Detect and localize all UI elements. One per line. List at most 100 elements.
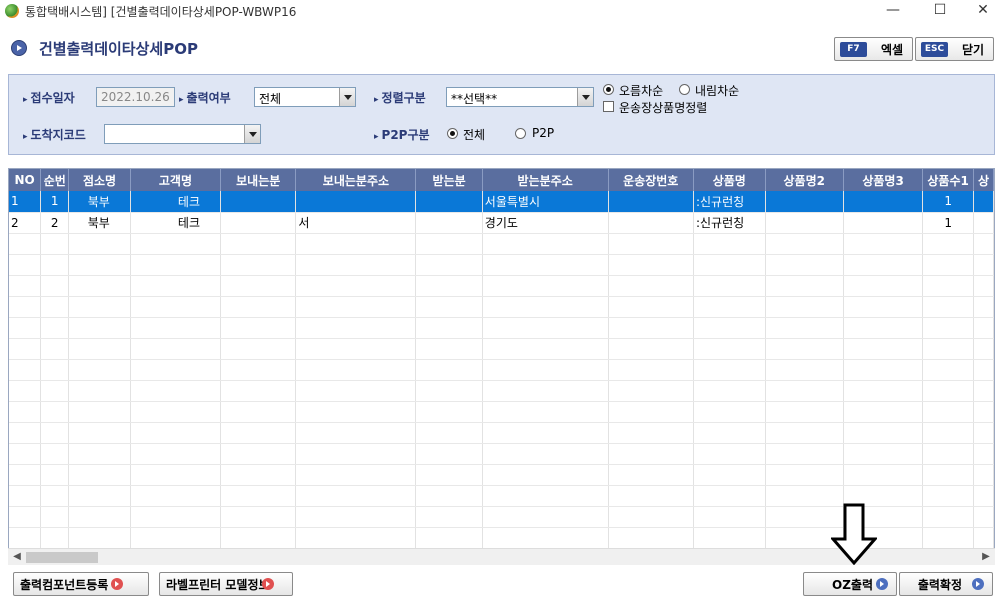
receipt-date-field[interactable]: 2022.10.26 <box>96 87 175 107</box>
chevron-down-icon[interactable] <box>577 88 593 106</box>
cell-sender-address: 서 <box>295 212 417 234</box>
oz-print-button[interactable]: OZ출력 <box>803 572 897 596</box>
p2p-all-label: 전체 <box>463 128 486 142</box>
empty-cell <box>693 317 766 339</box>
empty-cell <box>843 380 924 402</box>
empty-cell <box>922 401 975 423</box>
close-window-button[interactable]: ✕ <box>960 0 1006 22</box>
empty-cell <box>608 380 694 402</box>
empty-cell <box>9 380 42 402</box>
scroll-right-icon[interactable]: ▶ <box>979 550 993 564</box>
sort-desc-radio[interactable] <box>679 84 690 95</box>
p2p-all-radio[interactable] <box>447 128 458 139</box>
empty-cell <box>295 254 417 276</box>
col-header[interactable]: 보내는분 <box>220 169 297 191</box>
close-button[interactable]: ESC 닫기 <box>915 37 994 61</box>
col-header[interactable]: 상품명3 <box>843 169 924 191</box>
empty-cell <box>482 527 609 549</box>
empty-cell <box>130 443 222 465</box>
empty-cell <box>130 254 222 276</box>
empty-cell <box>482 464 609 486</box>
arrow-right-icon <box>261 578 274 590</box>
p2p-only-radio[interactable] <box>515 128 526 139</box>
empty-cell <box>973 254 994 276</box>
empty-cell <box>922 296 975 318</box>
empty-cell <box>608 296 694 318</box>
col-header[interactable]: NO <box>9 169 42 191</box>
col-header[interactable]: 상품수1 <box>922 169 975 191</box>
empty-cell <box>415 485 483 507</box>
empty-cell <box>68 254 131 276</box>
empty-cell <box>973 401 994 423</box>
empty-cell <box>693 527 766 549</box>
cell-qty1: 1 <box>922 191 975 213</box>
empty-cell <box>922 527 975 549</box>
empty-cell <box>40 317 70 339</box>
empty-cell <box>415 464 483 486</box>
empty-cell <box>295 275 417 297</box>
empty-cell <box>843 317 924 339</box>
empty-cell <box>765 233 844 255</box>
empty-cell <box>608 254 694 276</box>
col-header[interactable]: 보내는분주소 <box>295 169 417 191</box>
empty-cell <box>9 422 42 444</box>
register-component-button[interactable]: 출력컴포넌트등록 <box>13 572 149 596</box>
empty-cell <box>482 506 609 528</box>
scroll-thumb[interactable] <box>26 552 98 563</box>
col-header[interactable]: 순번 <box>40 169 70 191</box>
sort-asc-radio[interactable] <box>603 84 614 95</box>
col-header[interactable]: 운송장번호 <box>608 169 694 191</box>
dest-code-select[interactable] <box>104 124 261 144</box>
empty-cell <box>295 422 417 444</box>
cell-extra <box>973 212 994 234</box>
minimize-button[interactable]: — <box>870 0 916 22</box>
print-confirm-button[interactable]: 출력확정 <box>899 572 993 596</box>
table-row[interactable]: 2 2 북부 테크 서 경기도 :신규런칭 1 <box>9 212 994 234</box>
cell-receiver <box>415 191 483 213</box>
col-header[interactable]: 상품명2 <box>765 169 844 191</box>
empty-cell <box>40 506 70 528</box>
print-status-select[interactable]: 전체 <box>254 87 356 107</box>
cell-product2 <box>765 212 844 234</box>
label-printer-model-button[interactable]: 라벨프린터 모델정보 <box>159 572 293 596</box>
col-header[interactable]: 상품명 <box>693 169 766 191</box>
chevron-down-icon[interactable] <box>339 88 355 106</box>
empty-cell <box>9 296 42 318</box>
empty-cell <box>608 338 694 360</box>
empty-cell <box>130 485 222 507</box>
cell-customer: 테크 <box>130 191 222 213</box>
cell-sender-address <box>295 191 417 213</box>
waybill-sort-checkbox[interactable] <box>603 101 614 112</box>
empty-cell <box>482 443 609 465</box>
sort-type-label: 정렬구분 <box>374 89 426 106</box>
empty-cell <box>693 296 766 318</box>
empty-cell <box>765 380 844 402</box>
table-row[interactable]: 1 1 북부 테크 서울특별시 :신규런칭 1 <box>9 191 994 213</box>
excel-button[interactable]: F7 엑셀 <box>834 37 913 61</box>
col-header[interactable]: 받는분주소 <box>482 169 609 191</box>
cell-no: 2 <box>9 212 42 234</box>
empty-cell <box>295 338 417 360</box>
app-logo-icon <box>5 4 19 18</box>
col-header[interactable]: 받는분 <box>415 169 483 191</box>
empty-cell <box>843 464 924 486</box>
col-header[interactable]: 점소명 <box>68 169 131 191</box>
empty-cell <box>130 296 222 318</box>
empty-cell <box>843 296 924 318</box>
scroll-left-icon[interactable]: ◀ <box>10 550 24 564</box>
maximize-button[interactable]: ☐ <box>917 0 963 22</box>
p2p-type-label: P2P구분 <box>374 126 430 143</box>
empty-cell <box>973 506 994 528</box>
col-header[interactable]: 고객명 <box>130 169 222 191</box>
col-header[interactable]: 상 <box>973 169 994 191</box>
empty-cell <box>843 254 924 276</box>
empty-cell <box>40 338 70 360</box>
empty-cell <box>608 275 694 297</box>
waybill-sort-label: 운송장상품명정렬 <box>619 101 708 115</box>
sort-type-select[interactable]: **선택** <box>446 87 594 107</box>
chevron-down-icon[interactable] <box>244 125 260 143</box>
empty-cell <box>130 275 222 297</box>
data-grid[interactable]: NO 순번 점소명 고객명 보내는분 보내는분주소 받는분 받는분주소 운송장번… <box>8 168 995 551</box>
sort-asc-label: 오름차순 <box>619 84 664 98</box>
empty-cell <box>922 359 975 381</box>
